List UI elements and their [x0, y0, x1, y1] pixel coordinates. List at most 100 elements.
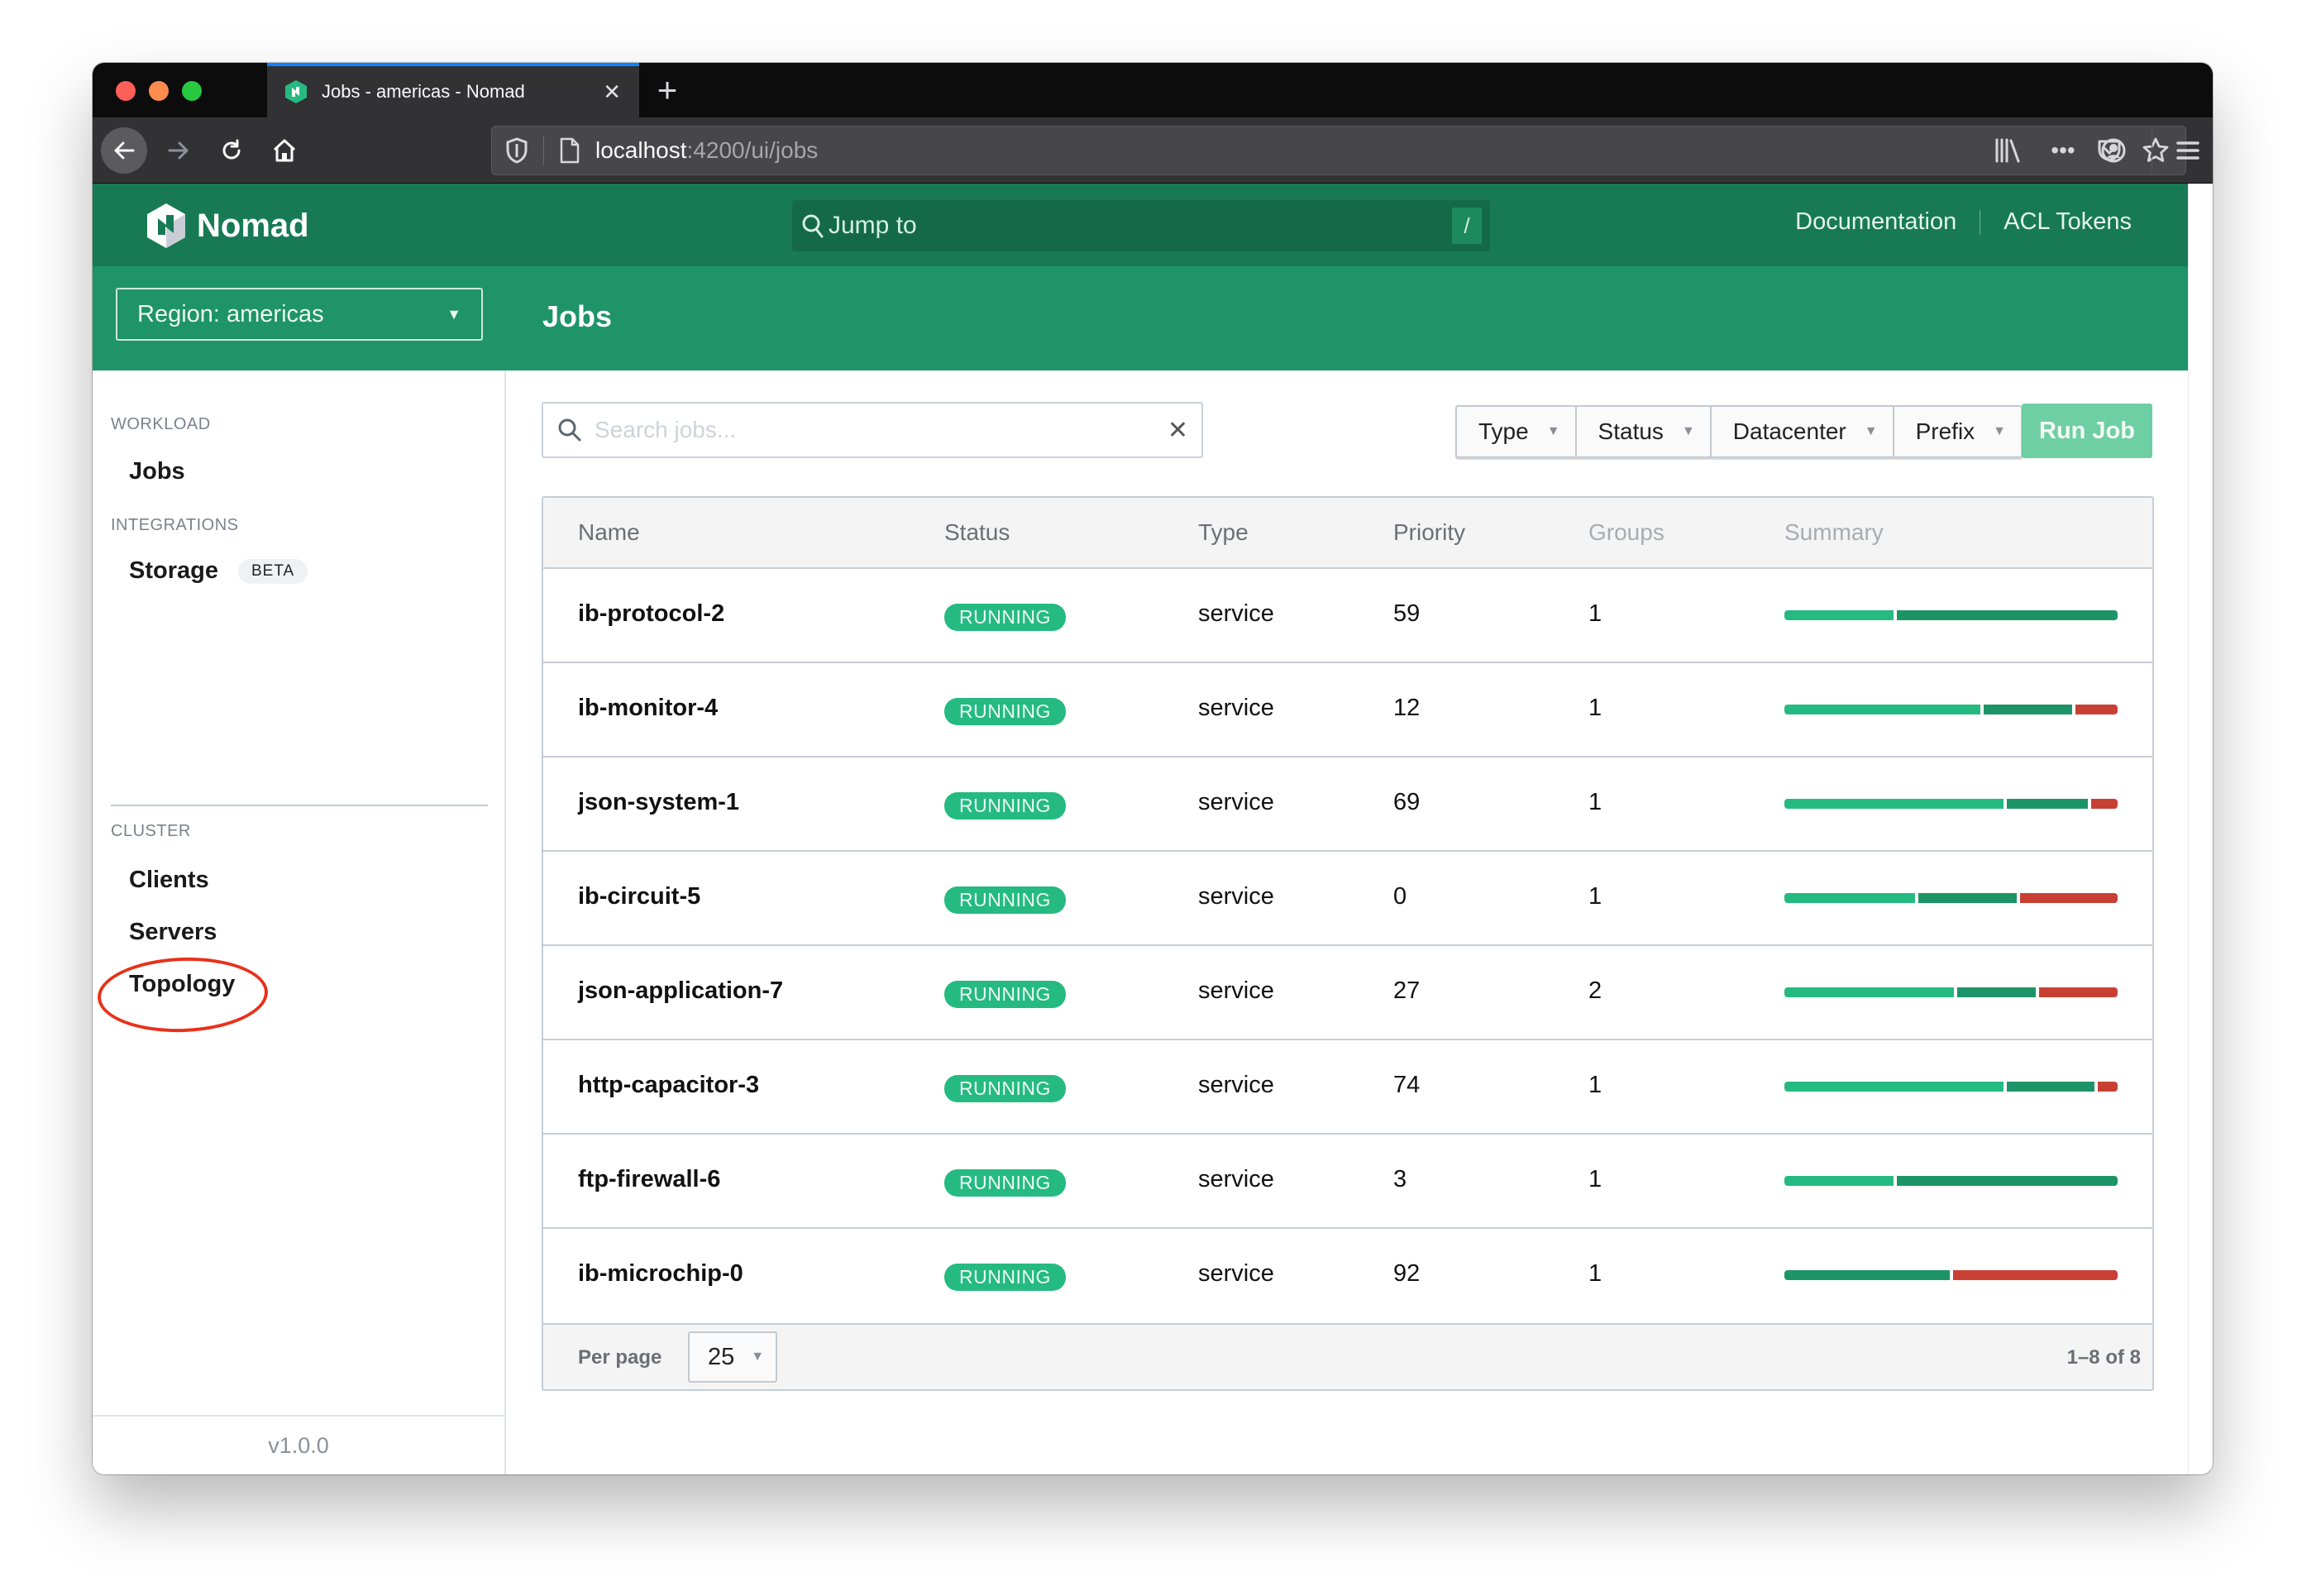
filter-label: Type — [1478, 418, 1529, 444]
nomad-logo-link[interactable]: Nomad — [147, 203, 309, 248]
home-button[interactable] — [261, 127, 308, 174]
filter-prefix[interactable]: Prefix ▼ — [1894, 407, 2021, 456]
region-select[interactable]: Region: americas ▼ — [116, 288, 483, 341]
tracking-shield-icon[interactable] — [505, 137, 528, 164]
job-name-link[interactable]: ib-monitor-4 — [578, 695, 718, 722]
job-name-link[interactable]: ftp-firewall-6 — [578, 1166, 720, 1193]
jump-to-shortcut-key: / — [1452, 208, 1482, 244]
table-row[interactable]: ib-microchip-0 service 92 1 RUNNING — [543, 1229, 2152, 1323]
table-footer: Per page 25 ▼ 1–8 of 8 — [543, 1323, 2152, 1389]
column-header-status[interactable]: Status — [944, 519, 1010, 546]
summary-segment-queued — [1784, 799, 2004, 809]
page-info-icon[interactable] — [559, 137, 580, 164]
filter-datacenter[interactable]: Datacenter ▼ — [1712, 407, 1894, 456]
browser-tab-active[interactable]: Jobs - americas - Nomad ✕ — [267, 63, 639, 117]
job-groups: 1 — [1588, 1072, 1602, 1098]
app-menu-button[interactable] — [2165, 127, 2211, 174]
run-job-button[interactable]: Run Job — [2022, 404, 2152, 458]
table-row[interactable]: ib-protocol-2 service 59 1 RUNNING — [543, 569, 2152, 663]
back-button[interactable] — [101, 127, 147, 174]
summary-segment-running — [1784, 1270, 1950, 1280]
summary-segment-running — [2006, 799, 2089, 809]
table-row[interactable]: ib-circuit-5 service 0 1 RUNNING — [543, 852, 2152, 946]
account-button[interactable] — [2090, 127, 2137, 174]
region-select-value: Region: americas — [137, 300, 324, 327]
url-bar[interactable]: localhost :4200/ui/jobs ••• — [491, 126, 2186, 175]
job-name-link[interactable]: ib-circuit-5 — [578, 883, 700, 910]
caret-down-icon: ▼ — [751, 1350, 765, 1364]
summary-segment-queued — [1784, 987, 1955, 997]
search-placeholder: Search jobs... — [595, 417, 737, 442]
beta-badge: BETA — [237, 558, 308, 584]
summary-segment-queued — [1784, 610, 1894, 620]
job-name-link[interactable]: ib-microchip-0 — [578, 1260, 743, 1288]
summary-segment-queued — [1784, 1176, 1894, 1186]
allocation-summary-bar — [1784, 1082, 2118, 1092]
filter-status[interactable]: Status ▼ — [1577, 407, 1712, 456]
documentation-link[interactable]: Documentation — [1795, 208, 1956, 236]
library-button[interactable] — [1984, 127, 2031, 174]
job-name-link[interactable]: json-application-7 — [578, 977, 783, 1005]
summary-segment-queued — [1784, 1082, 2004, 1092]
column-header-priority[interactable]: Priority — [1393, 519, 1465, 546]
new-tab-button[interactable]: + — [647, 69, 688, 111]
search-jobs-input[interactable]: Search jobs... ✕ — [542, 402, 1203, 458]
filter-group: Type ▼ Status ▼ Datacenter ▼ Prefix ▼ — [1455, 405, 2023, 458]
column-header-name[interactable]: Name — [578, 519, 640, 546]
reload-icon — [222, 139, 241, 160]
status-badge: RUNNING — [944, 1075, 1066, 1102]
sidebar-item-clients[interactable]: Clients — [129, 867, 209, 894]
job-groups: 1 — [1588, 1166, 1602, 1192]
minimize-window-button[interactable] — [149, 81, 169, 101]
maximize-window-button[interactable] — [182, 81, 202, 101]
table-row[interactable]: ftp-firewall-6 service 3 1 RUNNING — [543, 1135, 2152, 1229]
job-priority: 59 — [1393, 600, 1421, 627]
sidebar-item-storage[interactable]: Storage BETA — [129, 557, 308, 585]
job-priority: 27 — [1393, 977, 1421, 1004]
acl-tokens-link[interactable]: ACL Tokens — [2004, 208, 2132, 236]
summary-segment-queued — [1784, 705, 1980, 714]
sidebar-item-servers[interactable]: Servers — [129, 919, 217, 946]
job-name-link[interactable]: json-system-1 — [578, 789, 739, 816]
sidebar-section-integrations: INTEGRATIONS — [111, 516, 239, 534]
reload-button[interactable] — [208, 127, 255, 174]
browser-toolbar: localhost :4200/ui/jobs ••• — [93, 117, 2213, 1408]
search-icon — [802, 214, 824, 238]
column-header-type[interactable]: Type — [1198, 519, 1249, 546]
page-actions-icon[interactable]: ••• — [2046, 134, 2080, 167]
page-scroll-gutter — [2188, 184, 2213, 1474]
summary-segment-running — [1896, 1176, 2118, 1186]
navbar-links: Documentation ACL Tokens — [1795, 208, 2132, 236]
sidebar-section-workload: WORKLOAD — [111, 415, 211, 433]
summary-segment-queued — [1784, 893, 1915, 903]
forward-button[interactable] — [155, 127, 202, 174]
job-name-link[interactable]: ib-protocol-2 — [578, 600, 724, 628]
table-row[interactable]: json-application-7 service 27 2 RUNNING — [543, 946, 2152, 1040]
caret-down-icon: ▼ — [1681, 424, 1695, 438]
tab-close-icon[interactable]: ✕ — [603, 79, 621, 105]
filter-type[interactable]: Type ▼ — [1457, 407, 1577, 456]
summary-segment-failed — [2039, 987, 2118, 997]
sidebar-item-jobs[interactable]: Jobs — [129, 458, 185, 485]
annotation-circle — [96, 954, 270, 1035]
hamburger-menu-icon — [2176, 141, 2199, 160]
clear-search-icon[interactable]: ✕ — [1168, 416, 1188, 445]
table-row[interactable]: ib-monitor-4 service 12 1 RUNNING — [543, 663, 2152, 757]
page-count: 1–8 of 8 — [2066, 1346, 2141, 1369]
table-row[interactable]: json-system-1 service 69 1 RUNNING — [543, 757, 2152, 852]
status-badge: RUNNING — [944, 1264, 1066, 1291]
job-type: service — [1198, 883, 1274, 910]
library-icon — [1995, 138, 2020, 163]
per-page-select[interactable]: 25 ▼ — [688, 1331, 777, 1383]
filter-label: Datacenter — [1732, 418, 1846, 444]
table-row[interactable]: http-capacitor-3 service 74 1 RUNNING — [543, 1040, 2152, 1135]
job-name-link[interactable]: http-capacitor-3 — [578, 1072, 759, 1099]
allocation-summary-bar — [1784, 799, 2118, 809]
close-window-button[interactable] — [116, 81, 136, 101]
caret-down-icon: ▼ — [1546, 424, 1560, 438]
job-priority: 0 — [1393, 883, 1407, 910]
job-type: service — [1198, 1260, 1274, 1287]
version-label: v1.0.0 — [268, 1432, 329, 1458]
jump-to-search[interactable]: Jump to / — [792, 200, 1490, 251]
allocation-summary-bar — [1784, 610, 2118, 620]
